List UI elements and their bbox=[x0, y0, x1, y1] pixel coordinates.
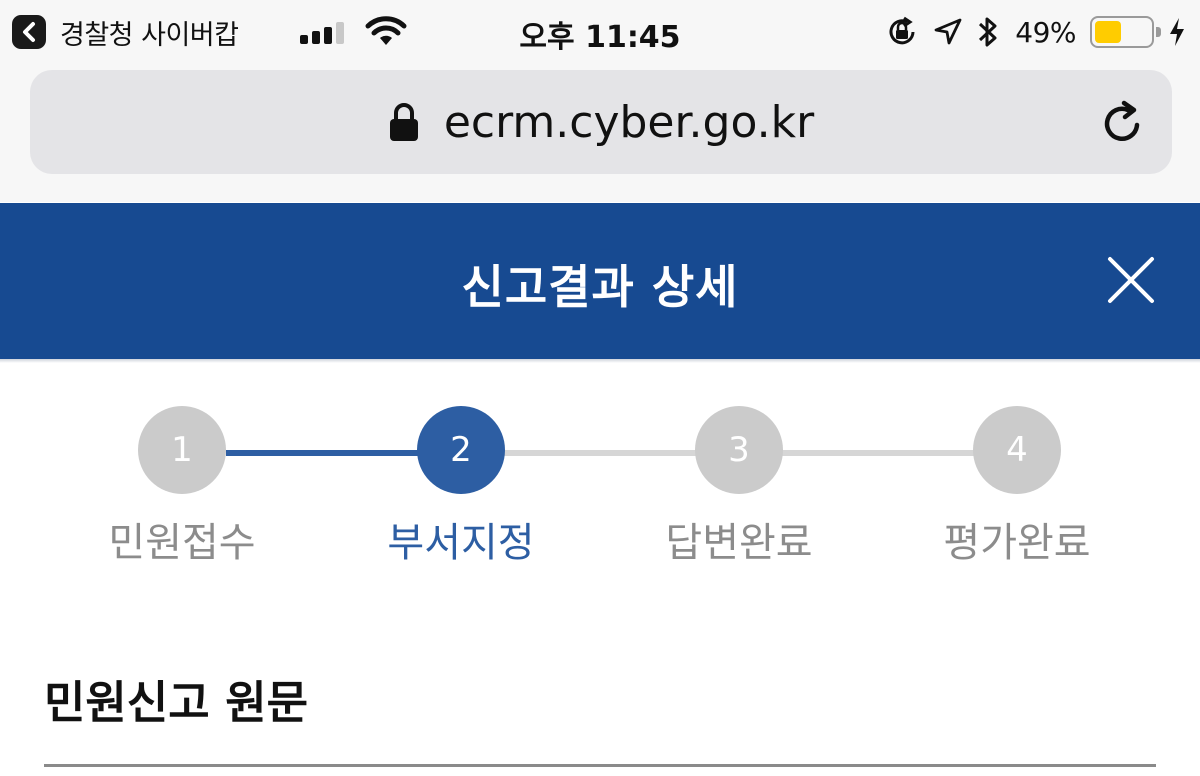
page-header: 신고결과 상세 bbox=[0, 203, 1200, 359]
progress-stepper: 1 2 3 4 민원접수 부서지정 답변완료 평가완료 bbox=[0, 406, 1200, 586]
status-right-group: 49% bbox=[885, 12, 1186, 52]
step-connector-2-3 bbox=[504, 450, 696, 456]
step-connector-1-2 bbox=[226, 450, 418, 456]
header-divider bbox=[0, 359, 1200, 363]
step-label-4: 평가완료 bbox=[943, 520, 1091, 566]
orientation-lock-icon bbox=[889, 16, 915, 45]
bluetooth-icon bbox=[979, 17, 997, 47]
signal-icon bbox=[300, 22, 344, 44]
step-label-1: 민원접수 bbox=[108, 520, 256, 566]
back-to-app-button[interactable]: 경찰청 사이버캅 bbox=[12, 12, 239, 52]
step-circle-3: 3 bbox=[695, 406, 783, 494]
battery-icon bbox=[1090, 16, 1161, 48]
status-bar: 경찰청 사이버캅 오후 11:45 49% bbox=[0, 0, 1200, 62]
back-app-label: 경찰청 사이버캅 bbox=[60, 19, 239, 51]
browser-url-area: ecrm.cyber.go.kr bbox=[0, 62, 1200, 202]
location-icon bbox=[934, 18, 962, 45]
url-bar[interactable]: ecrm.cyber.go.kr bbox=[30, 70, 1172, 174]
reload-icon[interactable] bbox=[1100, 100, 1146, 146]
section-divider bbox=[44, 764, 1156, 767]
url-text: ecrm.cyber.go.kr bbox=[443, 96, 815, 148]
step-circle-1: 1 bbox=[138, 406, 226, 494]
close-icon[interactable] bbox=[1106, 255, 1156, 305]
page-title: 신고결과 상세 bbox=[461, 260, 739, 314]
section-title: 민원신고 원문 bbox=[44, 676, 309, 729]
step-label-3: 답변완료 bbox=[665, 520, 813, 566]
battery-fill bbox=[1095, 21, 1122, 43]
step-circle-2: 2 bbox=[417, 406, 505, 494]
lock-icon bbox=[389, 103, 418, 141]
charging-bolt-icon bbox=[1170, 18, 1184, 46]
wifi-icon bbox=[365, 16, 407, 45]
step-label-2: 부서지정 bbox=[387, 520, 535, 566]
back-chevron-icon bbox=[12, 15, 46, 49]
step-circle-4: 4 bbox=[973, 406, 1061, 494]
step-connector-3-4 bbox=[782, 450, 974, 456]
battery-percent: 49% bbox=[1015, 15, 1076, 49]
